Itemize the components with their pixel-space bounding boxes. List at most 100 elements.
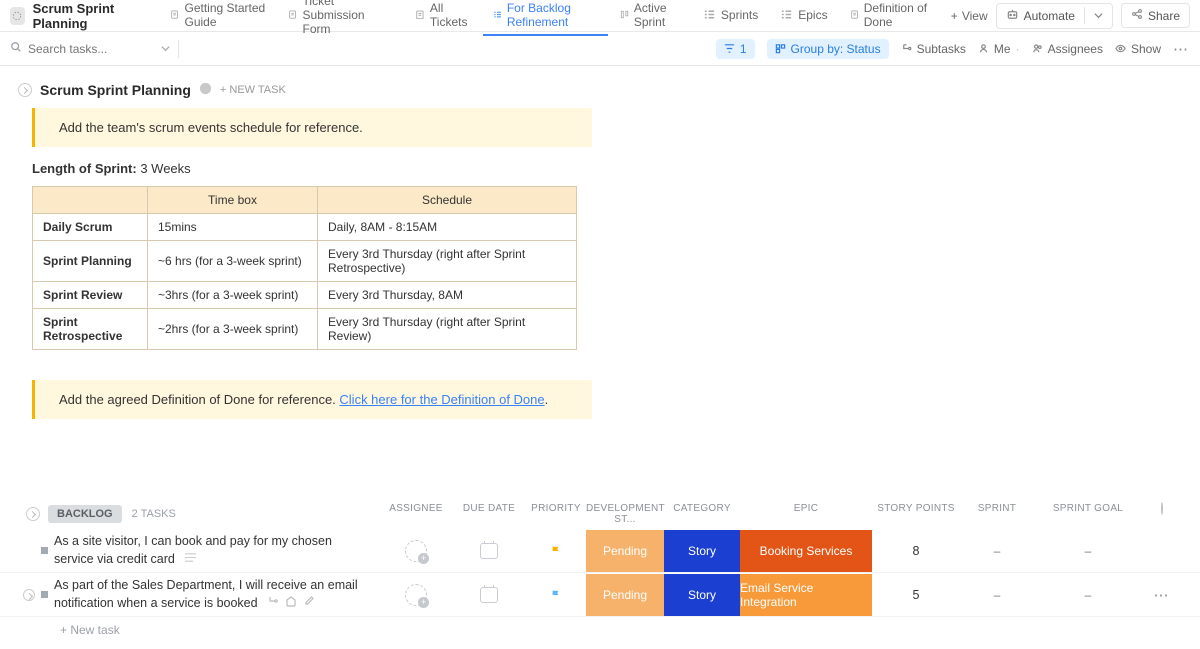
people-icon [1032,43,1043,54]
subtasks-pill[interactable]: Subtasks [901,42,966,56]
notice-dod: Add the agreed Definition of Done for re… [32,380,592,419]
tab-sprints[interactable]: Sprints [693,3,768,29]
tab-getting-started[interactable]: Getting Started Guide [160,0,276,36]
board-icon [620,8,629,21]
chevron-down-icon [1094,11,1103,20]
list-info-icon[interactable] [199,82,212,98]
add-column-button[interactable] [1161,502,1163,515]
calendar-icon [480,587,498,603]
robot-icon [1006,8,1019,24]
share-button[interactable]: Share [1121,3,1190,28]
task-count: 2 TASKS [132,508,176,520]
form-icon [288,8,297,21]
add-view-button[interactable]: + View [943,5,996,27]
assignee-cell[interactable] [380,574,452,616]
task-row[interactable]: As part of the Sales Department, I will … [0,573,1200,617]
divider [178,40,179,58]
assignee-placeholder-icon [405,584,427,606]
description-icon [184,552,197,563]
plus-icon: + [951,9,958,23]
table-row: Sprint Review~3hrs (for a 3-week sprint)… [33,282,577,309]
eye-icon [1115,43,1126,54]
dod-link[interactable]: Click here for the Definition of Done [339,392,544,407]
group-label-backlog[interactable]: BACKLOG [48,505,122,523]
list-icon [703,8,716,21]
tab-epics[interactable]: Epics [770,3,837,29]
list-icon [493,8,502,21]
search-expand[interactable] [161,42,170,56]
category-cell[interactable]: Story [664,574,740,616]
schedule-table: Time box Schedule Daily Scrum15minsDaily… [32,186,577,350]
chevron-down-icon [161,44,170,53]
duedate-cell[interactable] [452,530,526,572]
tab-definition-of-done[interactable]: Definition of Done [840,0,941,36]
flag-icon [550,589,562,601]
row-expand[interactable] [23,589,35,601]
tab-all-tickets[interactable]: All Tickets [405,0,481,36]
automate-dropdown[interactable] [1084,7,1112,24]
epic-cell[interactable]: Booking Services [740,530,872,572]
table-row: Daily Scrum15minsDaily, 8AM - 8:15AM [33,214,577,241]
story-points-cell[interactable]: 8 [872,530,960,572]
edit-icon[interactable] [303,595,315,613]
sprint-length: Length of Sprint: 3 Weeks [32,161,1182,176]
person-icon [978,43,989,54]
column-headers: ASSIGNEE DUE DATE PRIORITY DEVELOPMENT S… [380,503,1182,525]
story-points-cell[interactable]: 5 [872,574,960,616]
priority-cell[interactable] [526,530,586,572]
subtask-icon[interactable] [267,595,279,613]
collapse-toggle[interactable] [18,83,32,97]
task-row[interactable]: As a site visitor, I can book and pay fo… [0,529,1200,573]
filter-icon [724,43,735,54]
row-more-options[interactable]: ⋯ [1154,586,1171,604]
assignee-cell[interactable] [380,530,452,572]
tab-active-sprint[interactable]: Active Sprint [610,0,691,36]
more-options[interactable]: ⋯ [1173,40,1190,58]
doc-icon [170,8,179,21]
new-task-row[interactable]: + New task [0,617,1200,649]
dev-status-cell[interactable]: Pending [586,530,664,572]
assignee-placeholder-icon [405,540,427,562]
task-title[interactable]: As a site visitor, I can book and pay fo… [48,529,380,572]
automate-group: Automate [996,3,1113,29]
sprint-cell[interactable]: – [960,530,1034,572]
tab-backlog-refinement[interactable]: For Backlog Refinement [483,0,608,36]
category-cell[interactable]: Story [664,530,740,572]
assignees-pill[interactable]: Assignees [1032,42,1103,56]
me-pill[interactable]: Me · [978,42,1020,56]
sprint-goal-cell[interactable]: – [1034,574,1142,616]
flag-icon [550,545,562,557]
list-title: Scrum Sprint Planning [40,82,191,98]
duedate-cell[interactable] [452,574,526,616]
view-tabs: Getting Started Guide Ticket Submission … [160,0,995,43]
list-icon [780,8,793,21]
task-title[interactable]: As part of the Sales Department, I will … [48,573,380,616]
dev-status-cell[interactable]: Pending [586,574,664,616]
group-collapse-toggle[interactable] [26,507,40,521]
doc-icon [850,8,859,21]
status-dot [41,591,48,598]
priority-cell[interactable] [526,574,586,616]
tab-ticket-submission[interactable]: Ticket Submission Form [278,0,403,43]
show-pill[interactable]: Show [1115,42,1161,56]
search-input[interactable] [28,42,138,56]
app-title: Scrum Sprint Planning [33,1,147,31]
status-dot [41,547,48,554]
epic-cell[interactable]: Email Service Integration [740,574,872,616]
subtask-icon [901,43,912,54]
group-by-pill[interactable]: Group by: Status [767,39,889,59]
sprint-cell[interactable]: – [960,574,1034,616]
logo-icon [10,7,25,25]
sprint-goal-cell[interactable]: – [1034,530,1142,572]
share-icon [1131,8,1143,23]
search-icon [10,41,22,56]
filter-pill[interactable]: 1 [716,39,755,59]
calendar-icon [480,543,498,559]
new-task-button[interactable]: + NEW TASK [220,84,286,96]
tag-icon[interactable] [285,595,297,613]
table-row: Sprint Planning~6 hrs (for a 3-week spri… [33,241,577,282]
automate-button[interactable]: Automate [997,4,1084,28]
group-icon [775,43,786,54]
table-row: Sprint Retrospective~2hrs (for a 3-week … [33,309,577,350]
notice-scrum-events: Add the team's scrum events schedule for… [32,108,592,147]
